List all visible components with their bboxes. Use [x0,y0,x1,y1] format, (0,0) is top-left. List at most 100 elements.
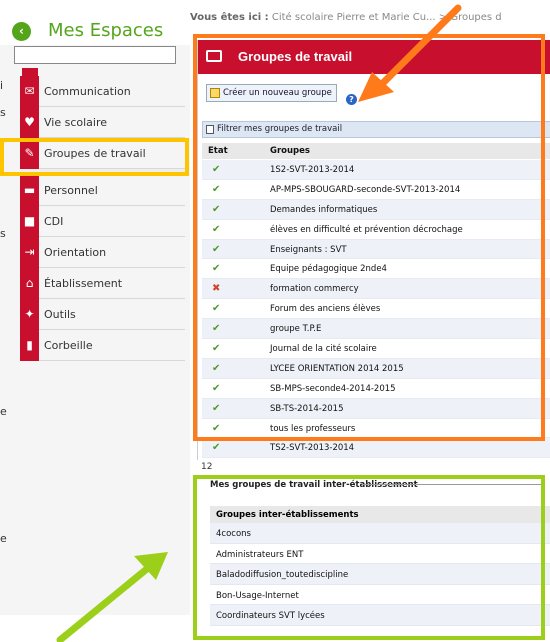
group-name[interactable]: groupe T.P.E [270,324,321,334]
sidebar-item[interactable]: ✉ Communication [20,76,185,107]
group-name[interactable]: Enseignants : SVT [270,245,347,255]
group-name[interactable]: AP-MPS-SBOUGARD-seconde-SVT-2013-2014 [270,185,460,195]
clipped-text: e [0,405,7,418]
breadcrumb-path[interactable]: Cité scolaire Pierre et Marie Cu... > Gr… [272,12,502,23]
group-name[interactable]: Demandes informatiques [270,205,377,215]
sidebar-item[interactable]: ✦ Outils [20,299,185,330]
table-row[interactable]: ✔ Equipe pédagogique 2nde4 [202,259,550,280]
check-icon: ✔ [212,183,221,195]
filter-label: Filtrer mes groupes de travail [217,124,343,134]
column-state: Etat [208,146,228,156]
clipped-text: i [0,79,4,92]
cross-icon: ✖ [212,283,221,295]
group-name[interactable]: élèves en difficulté et prévention décro… [270,225,463,235]
group-name[interactable]: formation commercy [270,284,359,294]
table-row[interactable]: ✔ LYCEE ORIENTATION 2014 2015 [202,358,550,379]
sidebar-title: Mes Espaces [48,20,164,41]
clipped-text: e [0,532,7,545]
create-group-button[interactable]: Créer un nouveau groupe [206,84,337,102]
filter-icon [206,125,214,134]
sidebar-item-label: CDI [44,215,64,228]
check-icon: ✔ [212,382,221,394]
sidebar-item-label: Groupes de travail [44,147,146,160]
table-row[interactable]: ✔ Enseignants : SVT [202,239,550,260]
check-icon: ✔ [212,164,221,175]
sidebar-item-label: Communication [44,85,131,98]
sidebar-item-label: Orientation [44,246,107,259]
list-item[interactable]: Administrateurs ENT [210,544,550,564]
sidebar-item-label: Outils [44,308,76,321]
check-icon: ✔ [212,442,221,454]
group-name[interactable]: SB-MPS-seconde4-2014-2015 [270,384,396,394]
check-icon: ✔ [212,362,221,374]
group-add-icon [210,88,220,98]
table-row[interactable]: ✔ Demandes informatiques [202,199,550,220]
list-item[interactable]: Bon-Usage-Internet [210,585,550,605]
table-row[interactable]: ✔ AP-MPS-SBOUGARD-seconde-SVT-2013-2014 [202,180,550,200]
table-row[interactable]: ✔ élèves en difficulté et prévention décr… [202,220,550,240]
inter-table-header: Groupes inter-établissements [210,506,550,523]
inter-table: 4cocons Administrateurs ENT Baladodiffusio… [210,523,550,626]
inter-title: Mes groupes de travail inter-établisseme… [210,480,418,490]
check-icon: ✔ [212,323,221,335]
check-icon: ✔ [212,203,221,215]
table-row[interactable]: ✔ TS2-SVT-2013-2014 [202,438,550,459]
table-row[interactable]: ✔ Forum des anciens élèves [202,299,550,320]
group-name[interactable]: tous les professeurs [270,424,355,434]
sidebar-item-label: Vie scolaire [44,116,108,129]
table-row[interactable]: ✖ formation commercy [202,279,550,300]
list-item[interactable]: Coordinateurs SVT lycées [210,605,550,626]
divider [362,484,542,485]
sidebar-item-label: Personnel [44,184,98,197]
list-item[interactable]: Baladodiffusion_toutediscipline [210,564,550,585]
breadcrumb-prefix: Vous êtes ici : [190,12,269,23]
sidebar-item[interactable]: ⌂ Établissement [20,268,185,299]
sidebar-item[interactable]: ♥ Vie scolaire [20,107,185,138]
sidebar-item-label: Établissement [44,277,123,290]
clipped-text: s [0,227,6,240]
sidebar-header: ‹ Mes Espaces [0,0,190,45]
sidebar-item[interactable]: ■ CDI [20,206,185,237]
sidebar: ‹ Mes Espaces ✉ Communication ♥ Vie scolair… [0,0,190,615]
create-group-label: Créer un nouveau groupe [223,88,332,98]
group-name[interactable]: Equipe pédagogique 2nde4 [270,264,387,274]
sidebar-item[interactable]: ▬ Personnel [20,175,185,206]
group-name[interactable]: Forum des anciens élèves [270,304,380,314]
page: ‹ Mes Espaces ✉ Communication ♥ Vie scolair… [0,0,550,642]
table-row[interactable]: ✔ SB-MPS-seconde4-2014-2015 [202,379,550,399]
sidebar-item[interactable]: ⇥ Orientation [20,237,185,268]
group-name[interactable]: LYCEE ORIENTATION 2014 2015 [270,364,404,374]
sidebar-search-input[interactable] [14,46,176,64]
filter-toggle[interactable]: Filtrer mes groupes de travail [202,121,550,138]
check-icon: ✔ [212,263,221,275]
book-icon: ■ [20,206,39,237]
help-icon[interactable]: ? [346,94,357,105]
chat-icon: ✉ [20,76,39,107]
sidebar-item[interactable]: ▮ Corbeille [20,330,185,361]
inter-panel: Mes groupes de travail inter-établisseme… [202,472,550,642]
group-name[interactable]: SB-TS-2014-2015 [270,404,344,414]
groups-table: ✔ 1S2-SVT-2013-2014 ✔ AP-MPS-SBOUGARD-secon… [202,160,550,459]
page-title: Groupes de travail [238,49,353,64]
sidebar-item[interactable]: ✎ Groupes de travail [20,138,185,169]
back-icon[interactable]: ‹ [12,22,31,41]
group-name[interactable]: Journal de la cité scolaire [270,344,377,354]
group-name[interactable]: TS2-SVT-2013-2014 [270,443,354,453]
heart-icon: ♥ [20,107,39,138]
check-icon: ✔ [212,422,221,434]
signpost-icon: ⇥ [20,237,39,268]
home-icon: ⌂ [20,268,39,299]
table-row[interactable]: ✔ groupe T.P.E [202,319,550,340]
list-item[interactable]: 4cocons [210,523,550,544]
clipped-text: s [0,106,6,119]
groups-count: 12 [201,462,213,472]
check-icon: ✔ [212,223,221,235]
trash-icon: ▮ [20,330,39,361]
panel-header: Groupes de travail [198,40,550,74]
table-row[interactable]: ✔ SB-TS-2014-2015 [202,398,550,419]
sidebar-item-label: Corbeille [44,339,93,352]
table-row[interactable]: ✔ Journal de la cité scolaire [202,339,550,359]
table-row[interactable]: ✔ 1S2-SVT-2013-2014 [202,160,550,180]
table-row[interactable]: ✔ tous les professeurs [202,419,550,439]
group-name[interactable]: 1S2-SVT-2013-2014 [270,165,354,175]
